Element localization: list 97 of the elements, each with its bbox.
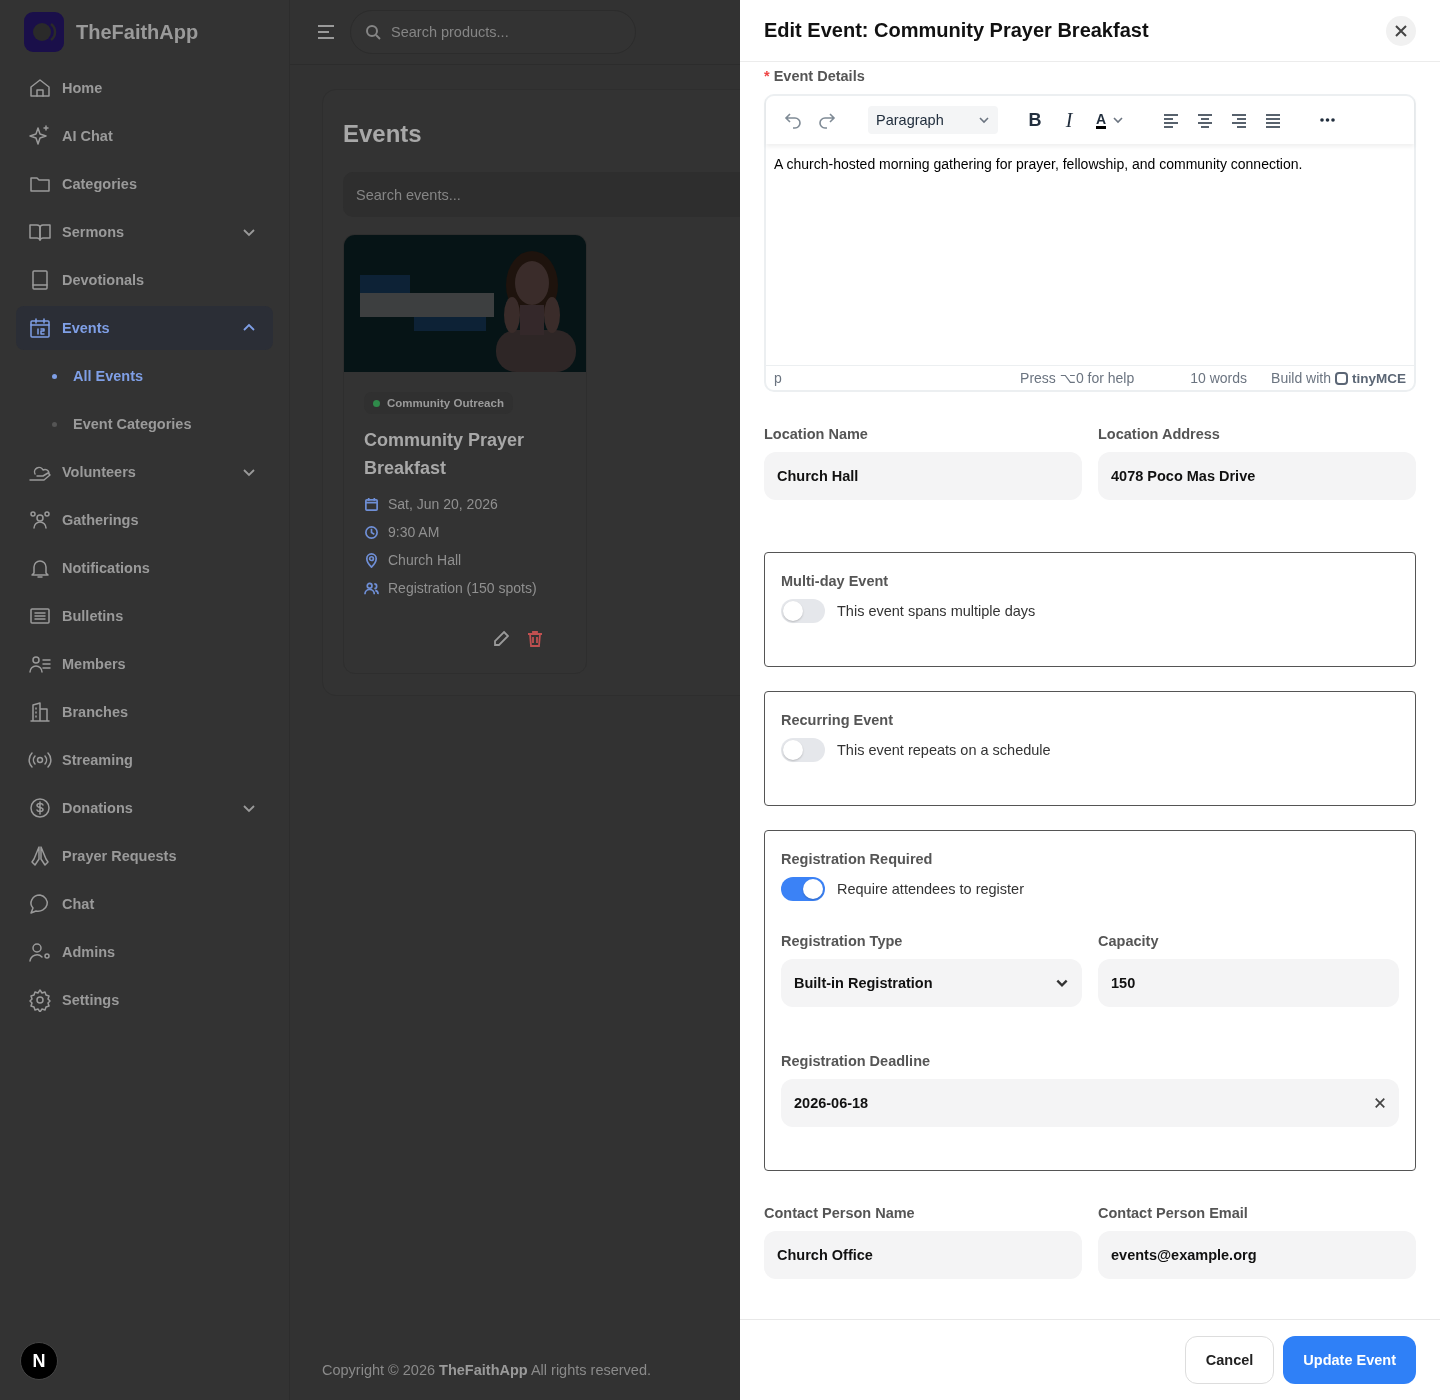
number-field[interactable]: 150 [1098, 959, 1399, 1007]
sidebar-subitem[interactable]: Event Categories [16, 402, 273, 446]
cancel-button[interactable]: Cancel [1184, 1336, 1275, 1384]
option-title: Registration Required [781, 851, 933, 867]
word-count: 10 words [1190, 370, 1248, 386]
praying-hands-icon [28, 844, 52, 868]
sidebar-item[interactable]: Settings [16, 978, 273, 1022]
building-icon [28, 700, 52, 724]
email-field[interactable]: events@example.org [1098, 1231, 1416, 1279]
field-label: Registration Type [781, 933, 904, 949]
text-color-button[interactable]: A [1086, 103, 1134, 137]
event-date: Sat, Jun 20, 2026 [388, 496, 498, 512]
edit-icon[interactable] [492, 630, 510, 648]
sidebar-item[interactable]: Categories [16, 162, 273, 206]
sidebar-item[interactable]: Home [16, 66, 273, 110]
sidebar-item[interactable]: AI Chat [16, 114, 273, 158]
field-label: Location Name [764, 426, 869, 442]
toggle-description: This event repeats on a schedule [837, 742, 1051, 758]
field-label: Contact Person Name [764, 1205, 916, 1221]
calendar-icon [364, 496, 379, 512]
event-title: Community Prayer Breakfast [364, 429, 526, 480]
sidebar-item[interactable]: Streaming [16, 738, 273, 782]
bold-button[interactable]: B [1018, 103, 1052, 137]
sidebar-item[interactable]: Events [16, 306, 273, 350]
page-title: Events [343, 120, 423, 148]
app-logo-icon [24, 12, 64, 52]
rich-text-editor[interactable]: Paragraph B I A A church-hosted morning gathering for prayer, fellowship, and community connection. p Press ⌥0 for help 10 words Build with tinyMCE [764, 94, 1416, 392]
field-label: Capacity [1098, 933, 1160, 949]
chevron-icon [978, 114, 990, 126]
select-field[interactable]: Built-in Registration [781, 959, 1082, 1007]
search-field[interactable]: Search products... [350, 10, 636, 54]
date-field[interactable]: 2026-06-18 [781, 1079, 1399, 1127]
people-icon [28, 508, 52, 532]
help-hint: Press ⌥0 for help [1020, 370, 1135, 386]
calendar-icon [28, 316, 52, 340]
sparkle-icon [28, 124, 52, 148]
sidebar-item[interactable]: Branches [16, 690, 273, 734]
option-title: Recurring Event [781, 712, 893, 728]
person-gear-icon [28, 940, 52, 964]
drawer-title: Edit Event: Community Prayer Breakfast [764, 19, 1149, 42]
menu-icon[interactable] [316, 22, 336, 42]
close-icon [1394, 23, 1408, 38]
clock-icon [364, 524, 379, 540]
field-label: * Event Details [764, 68, 866, 84]
element-path: p [774, 370, 783, 386]
search-icon [365, 24, 381, 40]
event-time: 9:30 AM [388, 524, 440, 540]
people-icon [364, 580, 379, 596]
italic-button[interactable]: I [1052, 103, 1086, 137]
sidebar-item[interactable]: Notifications [16, 546, 273, 590]
sidebar-item[interactable]: Chat [16, 882, 273, 926]
copyright-text: Copyright © 2026 TheFaithApp All rights reserved. [322, 1362, 651, 1378]
sidebar-item[interactable]: Gatherings [16, 498, 273, 542]
search-field[interactable]: Search events... [343, 172, 740, 217]
dollar-icon [28, 796, 52, 820]
category-tag: Community Outreach [364, 392, 513, 414]
format-dropdown[interactable]: Paragraph [868, 106, 998, 134]
undo-icon [783, 110, 803, 130]
toggle-switch[interactable] [781, 599, 825, 623]
sidebar-item[interactable]: Prayer Requests [16, 834, 273, 878]
option-title: Multi-day Event [781, 573, 889, 589]
location-pin-icon [364, 552, 379, 568]
event-location: Church Hall [388, 552, 462, 568]
field-label: Registration Deadline [781, 1053, 932, 1069]
sidebar-item[interactable]: Donations [16, 786, 273, 830]
toggle-description: Require attendees to register [837, 881, 1024, 897]
sidebar-item[interactable]: Volunteers [16, 450, 273, 494]
text-field[interactable]: Church Office [764, 1231, 1082, 1279]
field-label: Location Address [1098, 426, 1221, 442]
text-field[interactable]: Church Hall [764, 452, 1082, 500]
clear-icon [1374, 1097, 1386, 1109]
brand-logo-text[interactable]: tinyMCE [1352, 370, 1406, 386]
editor-content[interactable]: A church-hosted morning gathering for prayer, fellowship, and community connection. [766, 144, 1414, 365]
dev-badge[interactable]: N [20, 1342, 58, 1380]
settings-icon [28, 988, 52, 1012]
sidebar-item[interactable]: Bulletins [16, 594, 273, 638]
house-icon [28, 76, 52, 100]
toggle-description: This event spans multiple days [837, 603, 1036, 619]
sidebar-item[interactable]: Devotionals [16, 258, 273, 302]
more-icon [1319, 118, 1335, 122]
sidebar-item[interactable]: Admins [16, 930, 273, 974]
toggle-switch[interactable] [781, 877, 825, 901]
sidebar-subitem[interactable]: All Events [16, 354, 273, 398]
toggle-switch[interactable] [781, 738, 825, 762]
brand-name: TheFaithApp [76, 20, 199, 44]
sidebar-item[interactable]: Members [16, 642, 273, 686]
redo-icon [817, 110, 837, 130]
sidebar-item[interactable]: Sermons [16, 210, 273, 254]
branding-text: Build with [1271, 370, 1331, 386]
close-button[interactable] [1386, 15, 1416, 46]
event-registration: Registration (150 spots) [388, 580, 537, 596]
update-event-button[interactable]: Update Event [1283, 1336, 1416, 1384]
field-label: Contact Person Email [1098, 1205, 1249, 1221]
text-field[interactable]: 4078 Poco Mas Drive [1098, 452, 1416, 500]
trash-icon[interactable] [526, 630, 544, 648]
chevron-icon [1112, 114, 1125, 126]
tiny-logo-icon [1335, 371, 1348, 385]
